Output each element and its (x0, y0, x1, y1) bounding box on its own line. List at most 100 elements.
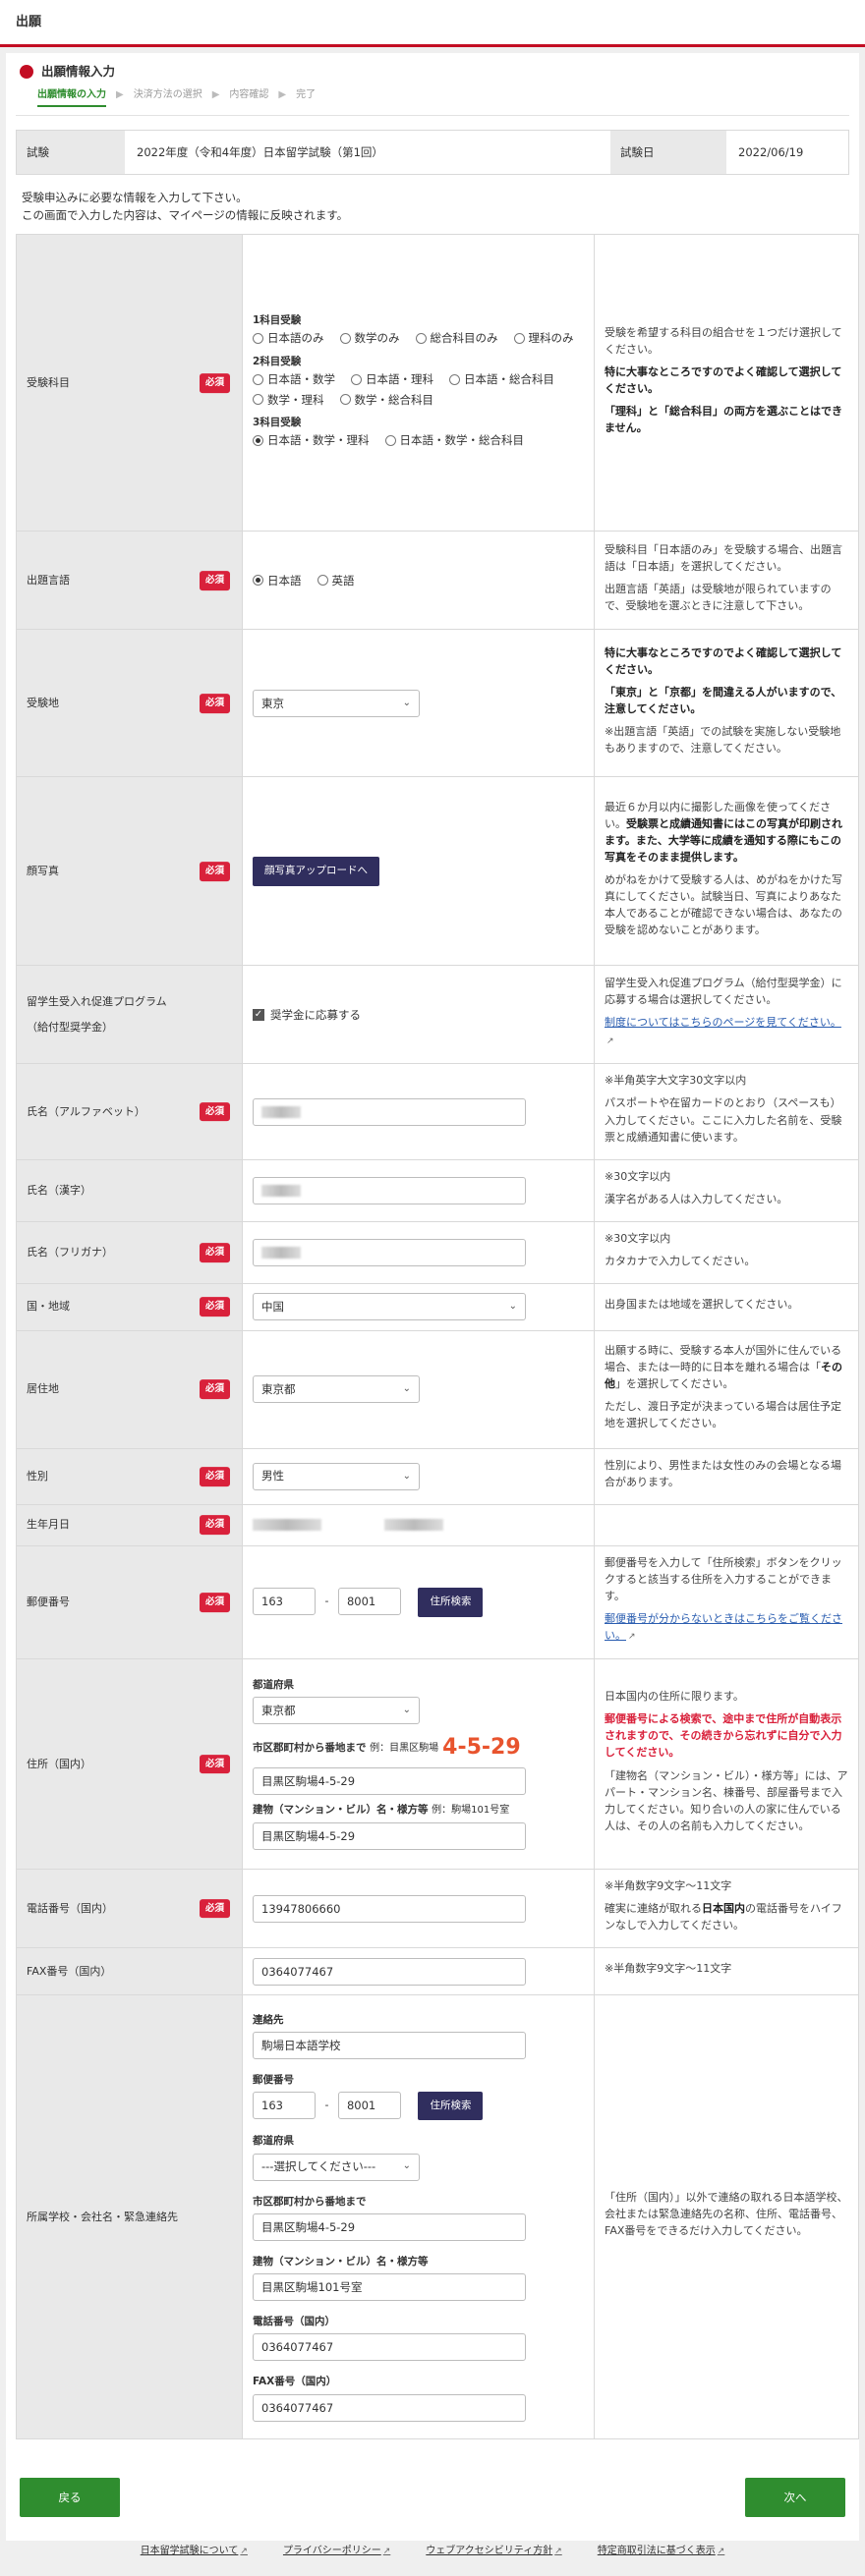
footer-link-commerce[interactable]: 特定商取引法に基づく表示 (598, 2546, 716, 2556)
intro-text: 受験申込みに必要な情報を入力して下さい。 この画面で入力した内容は、マイページの… (22, 190, 349, 223)
chevron-down-icon: ⌄ (402, 697, 411, 708)
fax-input[interactable]: 0364077467 (253, 1957, 526, 1986)
step-3: 内容確認 (229, 89, 269, 101)
step-2: 決済方法の選択 (133, 89, 202, 101)
radio-jp-math-general[interactable]: 日本語・数学・総合科目 (384, 432, 524, 449)
phone-input[interactable]: 13947806660 (253, 1894, 526, 1923)
radio-lang-japanese[interactable]: 日本語 (253, 573, 302, 589)
row-birth: 生年月日 必須 (16, 1503, 859, 1546)
redacted-text (261, 1106, 301, 1118)
external-link-icon: ↗ (628, 1632, 636, 1643)
footer-links: 日本留学試験について ↗ プライバシーポリシー ↗ ウェブアクセシビリティ方針 ↗ 特… (0, 2545, 865, 2559)
footer-link-privacy[interactable]: プライバシーポリシー (283, 2546, 381, 2556)
external-link-icon: ↗ (554, 2547, 562, 2556)
contact-name-input[interactable]: 駒場日本語学校 (253, 2031, 526, 2059)
row-language: 出題言語 必須 日本語 英語 受験科目「日本語のみ」を受験する場合、出題言語は「日… (16, 531, 859, 631)
row-subjects: 受験科目 必須 1科目受験 日本語のみ 数学のみ 総合科目のみ 理科のみ 2科目受… (16, 234, 859, 532)
contact-postal-2[interactable]: 8001 (337, 2092, 401, 2120)
address-building-input[interactable]: 目黒区駒場4-5-29 (253, 1821, 526, 1850)
arrow-icon: ▶ (278, 89, 287, 101)
venue-select[interactable]: 東京 ⌄ (253, 689, 420, 717)
postal-help-link[interactable]: 郵便番号が分からないときはこちらをご覧ください。 (605, 1612, 842, 1642)
name-kanji-input[interactable] (253, 1176, 526, 1204)
radio-general-only[interactable]: 総合科目のみ (415, 330, 498, 347)
back-button[interactable]: 戻る (20, 2478, 120, 2517)
external-link-icon: ↗ (382, 2547, 391, 2556)
exam-value: 2022年度（令和4年度）日本留学試験（第1回） (137, 144, 383, 159)
row-photo: 顔写真 必須 顔写真アップロードへ 最近６か月以内に撮影した画像を使ってください。… (16, 776, 859, 967)
postal-input-1[interactable]: 163 (253, 1588, 316, 1616)
chevron-down-icon: ⌄ (402, 2160, 411, 2172)
footer-link-about[interactable]: 日本留学試験について (141, 2546, 239, 2556)
radio-lang-english[interactable]: 英語 (317, 573, 355, 589)
row-residence: 居住地 必須 東京都 ⌄ 出願する時に、受験する本人が国外に住んでいる場合、または一… (16, 1329, 859, 1449)
radio-science-only[interactable]: 理科のみ (513, 330, 574, 347)
postal-input-2[interactable]: 8001 (337, 1588, 401, 1616)
chevron-down-icon: ⌄ (402, 1470, 411, 1482)
footer-link-accessibility[interactable]: ウェブアクセシビリティ方針 (426, 2546, 552, 2556)
row-contact: 所属学校・会社名・緊急連絡先 連絡先 駒場日本語学校 郵便番号 163 - 80… (16, 1994, 859, 2440)
scholarship-link[interactable]: 制度についてはこちらのページを見てください。 (605, 1016, 841, 1029)
address-search-button[interactable]: 住所検索 (418, 1588, 484, 1617)
required-badge: 必須 (199, 373, 230, 393)
contact-address-search-button[interactable]: 住所検索 (418, 2092, 484, 2121)
contact-pref-select[interactable]: ---選択してください--- ⌄ (253, 2153, 420, 2181)
row-postal: 郵便番号 必須 163 - 8001 住所検索 郵便番号を入力して「住所検索」ボタ… (16, 1544, 859, 1660)
name-alpha-input[interactable] (253, 1097, 526, 1126)
radio-math-general[interactable]: 数学・総合科目 (339, 392, 433, 409)
redacted-text (261, 1185, 301, 1198)
next-button[interactable]: 次へ (745, 2478, 845, 2517)
exam-info: 試験 2022年度（令和4年度）日本留学試験（第1回） 試験日 2022/06/… (16, 129, 849, 175)
arrow-icon: ▶ (211, 89, 220, 101)
step-4: 完了 (296, 89, 317, 101)
radio-jp-math-science[interactable]: 日本語・数学・理科 (253, 432, 370, 449)
external-link-icon: ↗ (240, 2547, 248, 2556)
contact-building-input[interactable]: 目黒区駒場101号室 (253, 2273, 526, 2302)
contact-tel-input[interactable]: 0364077467 (253, 2333, 526, 2362)
contact-city-input[interactable]: 目黒区駒場4-5-29 (253, 2212, 526, 2241)
redacted-text (383, 1519, 443, 1532)
residence-select[interactable]: 東京都 ⌄ (253, 1375, 420, 1404)
name-kana-input[interactable] (253, 1238, 526, 1266)
step-1: 出願情報の入力 (37, 88, 106, 107)
address-city-input[interactable]: 目黒区駒場4-5-29 (253, 1767, 526, 1796)
page-header: 出願 (0, 0, 865, 47)
row-gender: 性別 必須 男性 ⌄ 性別により、男性または女性のみの会場となる場合があります。 (16, 1447, 859, 1505)
row-venue: 受験地 必須 東京 ⌄ 特に大事なところですのでよく確認して選択してください。 「東京… (16, 629, 859, 778)
contact-fax-input[interactable]: 0364077467 (253, 2393, 526, 2422)
country-select[interactable]: 中国 ⌄ (253, 1293, 526, 1321)
address-pref-select[interactable]: 東京都 ⌄ (253, 1697, 420, 1725)
redacted-text (253, 1519, 321, 1532)
red-dot-icon (20, 65, 33, 80)
radio-math-science[interactable]: 数学・理科 (253, 392, 324, 409)
gender-select[interactable]: 男性 ⌄ (253, 1462, 420, 1490)
row-scholarship: 留学生受入れ促進プログラム （給付型奨学金） ✓ 奨学金に応募する 留学生受入れ促進… (16, 965, 859, 1065)
row-country: 国・地域 必須 中国 ⌄ 出身国または地域を選択してください。 (16, 1282, 859, 1331)
radio-jp-science[interactable]: 日本語・理科 (351, 371, 433, 388)
row-address: 住所（国内） 必須 都道府県 東京都 ⌄ 市区郡町村から番地まで 例：目黒区駒場 4-… (16, 1658, 859, 1870)
chevron-down-icon: ⌄ (508, 1301, 517, 1313)
row-name-alpha: 氏名（アルファベット） 必須 ※半角英字大文字30文字以内 パスポートや在留カードの… (16, 1063, 859, 1160)
radio-jp-math[interactable]: 日本語・数学 (253, 371, 335, 388)
check-icon: ✓ (253, 1009, 264, 1022)
exam-label: 試験 (17, 130, 125, 174)
arrow-icon: ▶ (116, 89, 124, 101)
row-phone: 電話番号（国内） 必須 13947806660 ※半角数字9文字～11文字 確実に連… (16, 1868, 859, 1949)
radio-math-only[interactable]: 数学のみ (339, 330, 400, 347)
chevron-down-icon: ⌄ (402, 1705, 411, 1716)
scholarship-checkbox[interactable]: ✓ 奨学金に応募する (253, 1007, 361, 1024)
photo-upload-button[interactable]: 顔写真アップロードへ (253, 857, 379, 886)
main-content: 出願情報入力 出願情報の入力 ▶ 決済方法の選択 ▶ 内容確認 ▶ 完了 試験 202… (6, 53, 859, 2541)
section-title: 出願情報入力 (16, 53, 849, 84)
row-name-kanji: 氏名（漢字） ※30文字以内 漢字名がある人は入力してください。 (16, 1158, 859, 1222)
navigation: 戻る 次へ (6, 2478, 859, 2521)
radio-jp-general[interactable]: 日本語・総合科目 (449, 371, 554, 388)
contact-postal-1[interactable]: 163 (253, 2092, 316, 2120)
exam-date-label: 試験日 (610, 130, 726, 174)
radio-japanese-only[interactable]: 日本語のみ (253, 330, 324, 347)
application-form: 受験科目 必須 1科目受験 日本語のみ 数学のみ 総合科目のみ 理科のみ 2科目受… (16, 234, 859, 2440)
external-link-icon: ↗ (606, 1036, 614, 1046)
step-indicator: 出願情報の入力 ▶ 決済方法の選択 ▶ 内容確認 ▶ 完了 (16, 84, 849, 116)
row-fax: FAX番号（国内） 0364077467 ※半角数字9文字～11文字 (16, 1947, 859, 1996)
row-name-kana: 氏名（フリガナ） 必須 ※30文字以内 カタカナで入力してください。 (16, 1220, 859, 1284)
